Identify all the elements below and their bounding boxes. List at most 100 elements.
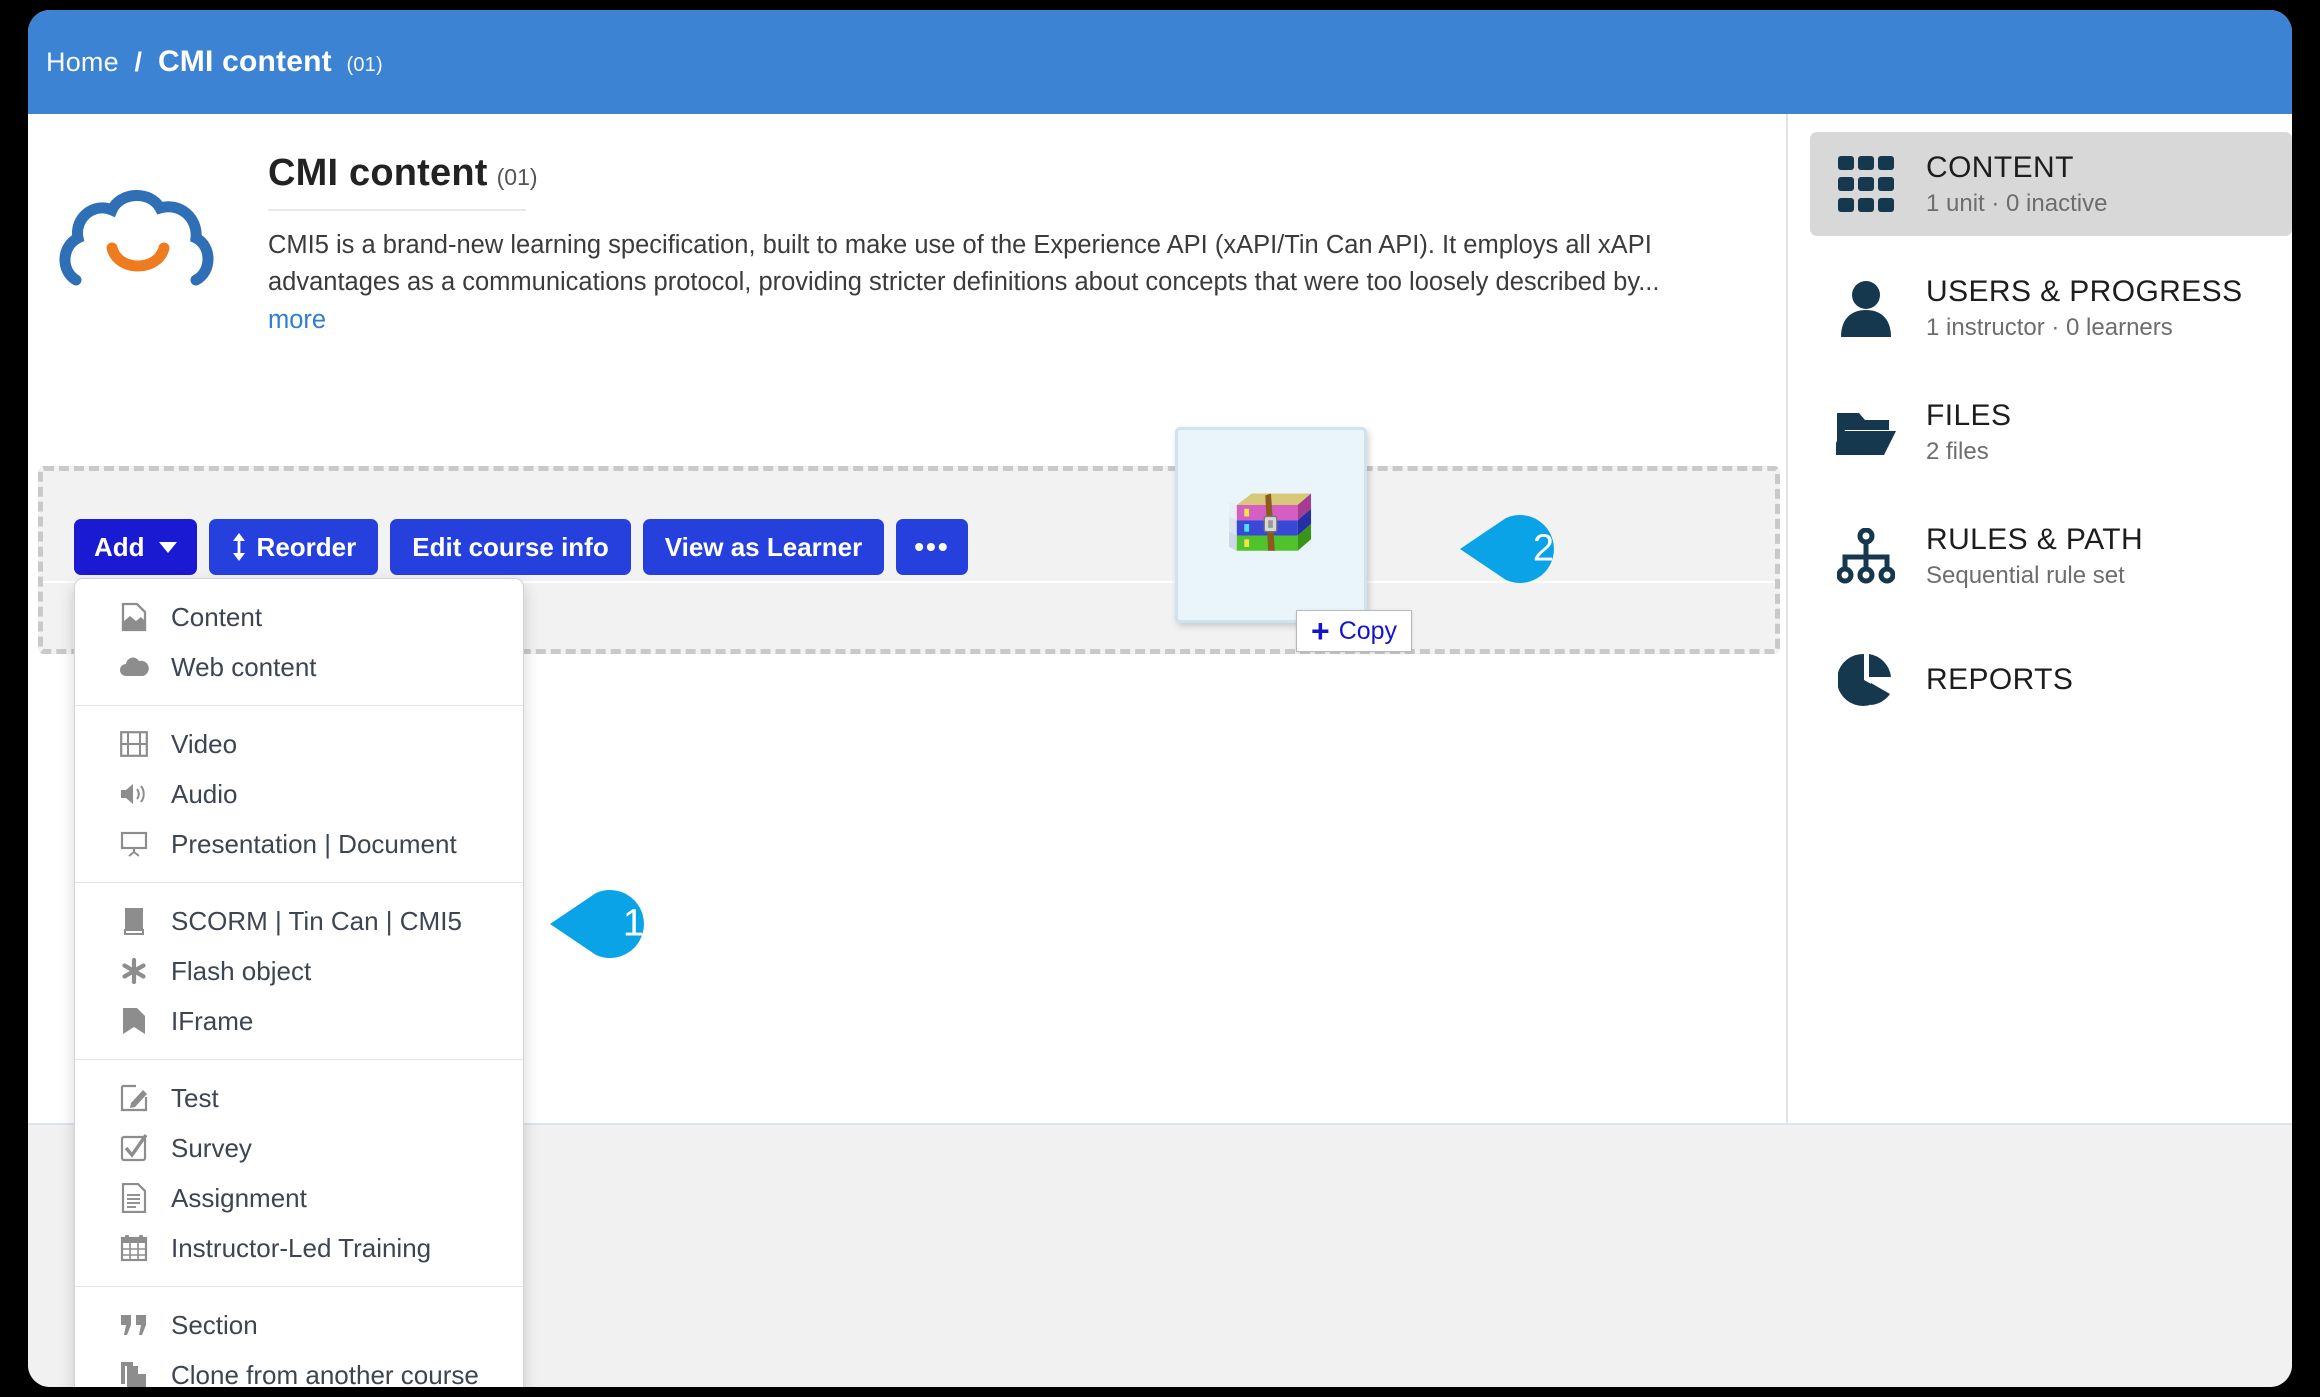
- sidebar-item-title: REPORTS: [1926, 663, 2074, 696]
- folder-open-icon: [1832, 398, 1900, 466]
- menu-item-label: IFrame: [171, 1005, 254, 1036]
- sidebar-item-title: FILES: [1926, 398, 2012, 432]
- view-as-learner-button[interactable]: View as Learner: [642, 519, 885, 575]
- edit-course-info-button[interactable]: Edit course info: [390, 519, 631, 575]
- menu-item-flash-object[interactable]: Flash object: [75, 946, 523, 996]
- app-window: Home / CMI content (01) CMI content (01): [28, 10, 2292, 1387]
- bookmark-filled-icon: [119, 1006, 149, 1036]
- reorder-button-label: Reorder: [256, 531, 357, 562]
- add-dropdown-menu[interactable]: Content Web content Video Audio Presenta…: [74, 578, 524, 1387]
- callout-pin-icon: [1460, 515, 1554, 583]
- menu-item-assignment[interactable]: Assignment: [75, 1173, 523, 1223]
- course-description-text: CMI5 is a brand-new learning specificati…: [268, 231, 1660, 297]
- sidebar-item-rules-path[interactable]: RULES & PATH Sequential rule set: [1810, 504, 2292, 608]
- menu-item-label: Section: [171, 1309, 258, 1340]
- title-divider: [268, 209, 526, 211]
- presentation-screen-icon: [119, 829, 149, 859]
- edit-course-info-label: Edit course info: [412, 531, 609, 562]
- sidebar-item-subtitle: 1 instructor · 0 learners: [1926, 313, 2173, 341]
- sidebar-item-users-progress[interactable]: USERS & PROGRESS 1 instructor · 0 learne…: [1810, 256, 2292, 360]
- more-options-button[interactable]: •••: [896, 519, 968, 575]
- ellipsis-icon: •••: [914, 531, 950, 562]
- pie-chart-icon: [1832, 646, 1900, 714]
- bookmark-page-icon: [119, 602, 149, 632]
- menu-item-section[interactable]: Section: [75, 1300, 523, 1350]
- book-icon: [119, 906, 149, 936]
- course-title-code: (01): [496, 164, 538, 190]
- menu-item-label: SCORM | Tin Can | CMI5: [171, 905, 462, 936]
- quote-icon: [119, 1310, 149, 1340]
- menu-item-instructor-led-training[interactable]: Instructor-Led Training: [75, 1223, 523, 1273]
- menu-item-clone-from-another-course[interactable]: Clone from another course: [75, 1350, 523, 1387]
- menu-item-label: Web content: [171, 651, 317, 682]
- copy-label: Copy: [1338, 616, 1398, 645]
- winrar-archive-icon: [1229, 493, 1312, 551]
- menu-item-label: Audio: [171, 778, 238, 809]
- menu-divider: [75, 1286, 523, 1287]
- plus-icon: +: [1311, 613, 1330, 649]
- main-content-column: CMI content (01) CMI5 is a brand-new lear…: [28, 114, 1788, 1387]
- breadcrumb-home-link[interactable]: Home: [46, 47, 119, 77]
- cloud-smile-logo-icon: [59, 190, 214, 286]
- course-toolbar: Add Reorder Edit course info View as Lea…: [74, 519, 968, 575]
- sidebar-item-text: USERS & PROGRESS 1 instructor · 0 learne…: [1926, 275, 2242, 342]
- breadcrumb-bar: Home / CMI content (01): [28, 10, 2292, 114]
- course-description-more-link[interactable]: more: [268, 306, 326, 334]
- breadcrumb-separator: /: [134, 47, 143, 77]
- add-button-label: Add: [94, 531, 145, 562]
- reorder-button[interactable]: Reorder: [208, 519, 379, 575]
- dragged-file-preview[interactable]: [1175, 427, 1367, 623]
- copy-icon: [119, 1360, 149, 1387]
- menu-item-label: Clone from another course: [171, 1359, 479, 1388]
- view-as-learner-label: View as Learner: [664, 531, 863, 562]
- grid-9-icon: [1832, 150, 1900, 218]
- document-lines-icon: [119, 1183, 149, 1213]
- chevron-down-icon: [158, 541, 177, 553]
- callout-pin-icon: [550, 890, 644, 958]
- menu-item-label: Test: [171, 1082, 219, 1113]
- calendar-icon: [119, 1233, 149, 1263]
- course-logo: [58, 152, 258, 339]
- breadcrumb: Home / CMI content (01): [46, 45, 383, 79]
- menu-item-audio[interactable]: Audio: [75, 769, 523, 819]
- sidebar-item-files[interactable]: FILES 2 files: [1810, 380, 2292, 484]
- asterisk-icon: [119, 956, 149, 986]
- menu-item-presentation-document[interactable]: Presentation | Document: [75, 819, 523, 869]
- hierarchy-tree-icon: [1832, 522, 1900, 590]
- speaker-icon: [119, 779, 149, 809]
- menu-item-scorm-tincan-cmi5[interactable]: SCORM | Tin Can | CMI5: [75, 896, 523, 946]
- menu-item-label: Flash object: [171, 955, 312, 986]
- page-title: CMI content (01): [268, 152, 1708, 195]
- sidebar-item-text: RULES & PATH Sequential rule set: [1926, 523, 2143, 590]
- menu-item-web-content[interactable]: Web content: [75, 642, 523, 692]
- breadcrumb-current: CMI content: [157, 45, 332, 78]
- menu-divider: [75, 705, 523, 706]
- add-button[interactable]: Add: [74, 519, 197, 575]
- checkbox-check-icon: [119, 1133, 149, 1163]
- sidebar-item-text: CONTENT 1 unit · 0 inactive: [1926, 151, 2107, 218]
- sidebar-item-content[interactable]: CONTENT 1 unit · 0 inactive: [1810, 132, 2292, 236]
- menu-item-label: Video: [171, 728, 238, 759]
- right-sidebar: CONTENT 1 unit · 0 inactive USERS & PROG…: [1788, 114, 2292, 1123]
- menu-item-label: Assignment: [171, 1182, 307, 1213]
- course-header: CMI content (01) CMI5 is a brand-new lear…: [28, 114, 1786, 339]
- breadcrumb-course-code: (01): [346, 54, 383, 76]
- updown-arrow-icon: [232, 533, 245, 561]
- menu-item-label: Instructor-Led Training: [171, 1232, 432, 1263]
- callout-number: 2: [1532, 527, 1554, 570]
- sidebar-item-reports[interactable]: REPORTS: [1810, 628, 2292, 732]
- menu-item-content[interactable]: Content: [75, 592, 523, 642]
- menu-divider: [75, 882, 523, 883]
- sidebar-item-subtitle: 1 unit · 0 inactive: [1926, 189, 2108, 217]
- pencil-square-icon: [119, 1083, 149, 1113]
- menu-item-video[interactable]: Video: [75, 719, 523, 769]
- menu-item-survey[interactable]: Survey: [75, 1123, 523, 1173]
- menu-item-iframe[interactable]: IFrame: [75, 996, 523, 1046]
- sidebar-item-title: USERS & PROGRESS: [1926, 274, 2243, 308]
- menu-item-label: Content: [171, 601, 263, 632]
- callout-marker-1: 1: [550, 887, 662, 961]
- menu-item-test[interactable]: Test: [75, 1073, 523, 1123]
- menu-item-label: Survey: [171, 1132, 252, 1163]
- callout-number: 1: [622, 902, 644, 945]
- course-description: CMI5 is a brand-new learning specificati…: [268, 227, 1713, 339]
